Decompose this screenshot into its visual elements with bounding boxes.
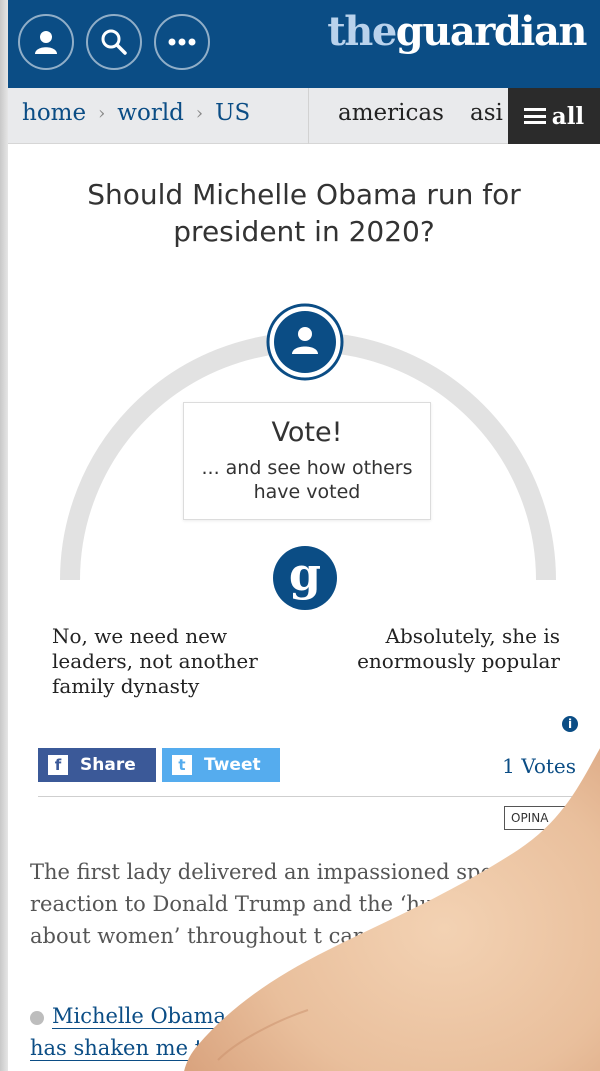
user-icon bbox=[298, 327, 312, 341]
related-link[interactable]: Michelle Obama d has shaken me t bbox=[30, 1000, 590, 1064]
more-icon bbox=[168, 38, 196, 46]
chevron-right-icon: › bbox=[98, 102, 106, 124]
phone-screen: theguardian home › world › US americas a… bbox=[8, 0, 600, 1071]
option-no[interactable]: No, we need new leaders, not another fam… bbox=[52, 624, 292, 699]
profile-icon bbox=[35, 31, 57, 54]
vote-tooltip: Vote! ... and see how others have voted bbox=[183, 402, 431, 520]
tweet-button[interactable]: t Tweet bbox=[162, 748, 280, 782]
bullet-icon bbox=[30, 1010, 44, 1025]
guardian-logo[interactable]: theguardian bbox=[327, 8, 588, 55]
nav-divider bbox=[308, 88, 309, 144]
nav-item-americas[interactable]: americas bbox=[338, 100, 444, 126]
logo-guardian: guardian bbox=[395, 8, 588, 55]
nav-item-asia[interactable]: asi bbox=[470, 100, 503, 126]
opina-badge[interactable]: OPINA bbox=[504, 806, 584, 830]
screen-edge bbox=[0, 0, 8, 1071]
search-icon bbox=[101, 29, 127, 55]
divider bbox=[38, 796, 578, 797]
facebook-icon: f bbox=[48, 755, 68, 775]
vote-marker[interactable] bbox=[266, 303, 344, 381]
crumb-world[interactable]: world bbox=[117, 100, 184, 126]
menu-icon bbox=[523, 108, 546, 124]
guardian-g-icon: g bbox=[273, 546, 337, 610]
article-standfirst: The first lady delivered an impassioned … bbox=[30, 860, 565, 948]
tooltip-title: Vote! bbox=[271, 417, 343, 448]
poll-question: Should Michelle Obama run for president … bbox=[87, 178, 521, 248]
logo-the: the bbox=[327, 8, 397, 55]
crumb-home[interactable]: home bbox=[22, 100, 86, 126]
crumb-us[interactable]: US bbox=[215, 100, 250, 126]
section-nav: home › world › US americas asi all bbox=[8, 88, 600, 144]
tooltip-body: ... and see how others have voted bbox=[201, 457, 413, 503]
more-button[interactable] bbox=[154, 14, 210, 70]
profile-button[interactable] bbox=[18, 14, 74, 70]
vote-count: 1 Votes bbox=[502, 754, 576, 778]
all-label: all bbox=[551, 102, 585, 130]
all-sections-button[interactable]: all bbox=[508, 88, 600, 144]
twitter-icon: t bbox=[172, 755, 192, 775]
search-button[interactable] bbox=[86, 14, 142, 70]
tweet-label: Tweet bbox=[204, 755, 261, 775]
svg-text:g: g bbox=[289, 547, 321, 601]
breadcrumb: home › world › US bbox=[22, 100, 250, 126]
masthead: theguardian bbox=[8, 0, 600, 88]
facebook-share-button[interactable]: f Share bbox=[38, 748, 156, 782]
related-link-line2[interactable]: has shaken me t bbox=[30, 1036, 204, 1061]
info-icon[interactable]: i bbox=[562, 716, 578, 732]
chevron-right-icon: › bbox=[195, 102, 204, 124]
option-yes[interactable]: Absolutely, she is enormously popular bbox=[328, 624, 560, 674]
share-label: Share bbox=[80, 755, 136, 775]
related-link-line1[interactable]: Michelle Obama d bbox=[52, 1004, 247, 1029]
